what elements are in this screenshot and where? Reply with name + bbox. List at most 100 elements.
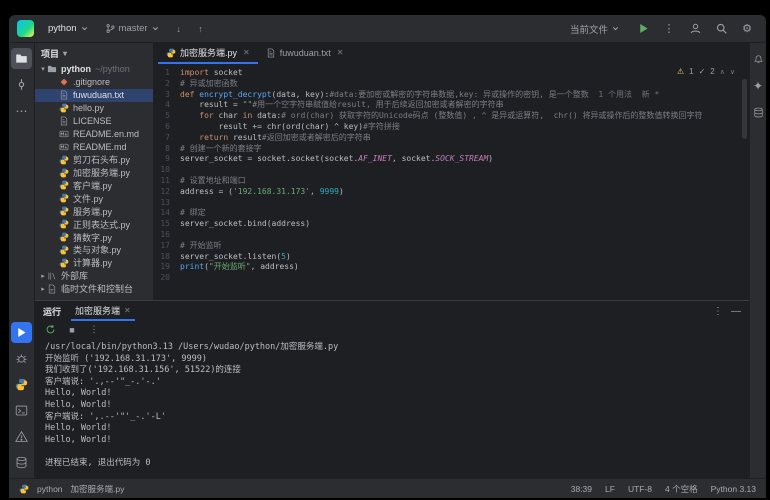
- run-config-selector[interactable]: 当前文件: [564, 19, 626, 39]
- toolwindow-notifications-button[interactable]: [751, 51, 766, 66]
- tree-item[interactable]: 类与对象.py: [35, 243, 153, 256]
- line-separator[interactable]: LF: [605, 484, 615, 494]
- python-file-icon: [59, 232, 69, 242]
- toolwindow-more-toolwindows-button[interactable]: ⋯: [11, 100, 32, 121]
- toolwindow-python-console-button[interactable]: [11, 374, 32, 395]
- code-line: 2# 异或加密函数: [154, 79, 749, 90]
- line-number: 2: [154, 79, 180, 90]
- tree-item[interactable]: 加密服务端.py: [35, 166, 153, 179]
- txt-icon: [59, 90, 69, 100]
- close-icon[interactable]: ✕: [243, 48, 250, 57]
- file-encoding[interactable]: UTF-8: [628, 484, 652, 494]
- txt-icon: [266, 48, 276, 58]
- warning-icon: ⚠: [677, 67, 684, 76]
- stop-button[interactable]: ■: [65, 323, 79, 337]
- tree-item[interactable]: ▾python~/python: [35, 63, 153, 76]
- tree-item[interactable]: ▸临时文件和控制台: [35, 282, 153, 295]
- tree-item[interactable]: 剪刀石头布.py: [35, 153, 153, 166]
- lib-icon: [47, 271, 57, 281]
- toolwindow-debug-button[interactable]: [11, 348, 32, 369]
- tree-item[interactable]: ▸外部库: [35, 269, 153, 282]
- line-number: 3: [154, 90, 180, 101]
- toolwindow-run-button[interactable]: [11, 322, 32, 343]
- toolwindow-problems-button[interactable]: [11, 426, 32, 447]
- python-file-icon: [15, 378, 28, 391]
- tree-item[interactable]: 文件.py: [35, 192, 153, 205]
- chevron-down-icon: [611, 24, 620, 33]
- tree-item[interactable]: 正则表达式.py: [35, 218, 153, 231]
- statusbar-project[interactable]: python: [37, 484, 63, 494]
- settings-button[interactable]: ⚙: [738, 20, 756, 38]
- right-toolwindow-bar: ✦: [749, 43, 766, 478]
- cursor-position[interactable]: 38:39: [571, 484, 592, 494]
- hide-toolwindow-button[interactable]: —: [731, 306, 741, 317]
- project-panel-header[interactable]: 项目 ▾: [35, 43, 153, 63]
- toolwindow-database-button[interactable]: [751, 105, 766, 120]
- chevron-down-icon: [80, 24, 89, 33]
- run-console-output[interactable]: /usr/local/bin/python3.13 /Users/wudao/p…: [35, 338, 749, 478]
- vcs-push-button[interactable]: ↑: [192, 20, 210, 38]
- tree-item[interactable]: README.en.md: [35, 127, 153, 140]
- tree-item[interactable]: 服务端.py: [35, 205, 153, 218]
- tree-item[interactable]: hello.py: [35, 102, 153, 115]
- close-icon[interactable]: ✕: [337, 48, 344, 57]
- code-editor[interactable]: ⚠1 ✓2 ∧ ∨ 1import socket2# 异或加密函数3def en…: [154, 65, 749, 300]
- project-widget[interactable]: python: [42, 20, 95, 37]
- run-button[interactable]: [634, 20, 652, 38]
- tree-item-label: fuwuduan.txt: [73, 90, 124, 100]
- titlebar: python master ↓ ↑ 当前文件 ⋮ ⚙: [9, 15, 766, 43]
- tree-item-label: 服务端.py: [73, 205, 112, 218]
- toolwindow-terminal-button[interactable]: [11, 400, 32, 421]
- editor-tab[interactable]: 加密服务端.py✕: [158, 43, 258, 64]
- run-toolbar: ■ ⋮: [35, 321, 749, 338]
- chevron-down-icon: [151, 24, 160, 33]
- tree-item[interactable]: LICENSE: [35, 115, 153, 128]
- vcs-branch-widget[interactable]: master: [99, 20, 166, 37]
- prev-problem-icon[interactable]: ∧: [720, 68, 725, 76]
- console-more-button[interactable]: ⋮: [87, 323, 101, 337]
- line-number: 16: [154, 230, 180, 241]
- tree-item[interactable]: 猜数字.py: [35, 231, 153, 244]
- code-text: server_socket = socket.socket(socket.AF_…: [180, 154, 493, 165]
- indent-style[interactable]: 4 个空格: [665, 483, 698, 495]
- tree-item[interactable]: 客户端.py: [35, 179, 153, 192]
- search-everywhere-button[interactable]: [712, 20, 730, 38]
- interpreter-widget[interactable]: Python 3.13: [711, 484, 756, 494]
- run-tab[interactable]: 加密服务端 ✕: [71, 301, 135, 321]
- database-icon: [753, 107, 764, 118]
- tree-item[interactable]: README.md: [35, 140, 153, 153]
- statusbar-file[interactable]: 加密服务端.py: [71, 483, 125, 495]
- toolwindow-ai-assistant-button[interactable]: ✦: [751, 78, 766, 93]
- rerun-button[interactable]: [43, 323, 57, 337]
- console-line: 我们收到了('192.168.31.156', 51522)的连接: [45, 365, 749, 377]
- tree-item[interactable]: 计算器.py: [35, 256, 153, 269]
- editor-tab[interactable]: fuwuduan.txt✕: [258, 43, 352, 64]
- code-line: 8# 创建一个新的套接字: [154, 144, 749, 155]
- run-config-label: 当前文件: [570, 22, 608, 36]
- user-avatar[interactable]: [686, 20, 704, 38]
- toolwindow-commit-button[interactable]: [11, 74, 32, 95]
- tree-item[interactable]: .gitignore: [35, 76, 153, 89]
- vcs-update-button[interactable]: ↓: [170, 20, 188, 38]
- code-text: def encrypt_decrypt(data, key):#data:要加密…: [180, 90, 659, 101]
- tree-item-label: README.en.md: [73, 129, 139, 139]
- run-more-options-button[interactable]: ⋮: [713, 306, 723, 317]
- inspections-widget[interactable]: ⚠1 ✓2 ∧ ∨: [677, 67, 735, 76]
- scratch-icon: [47, 284, 57, 294]
- code-line: 7 return result#返回加密或者解密后的字符串: [154, 133, 749, 144]
- tree-item-label: .gitignore: [73, 77, 110, 87]
- toolwindow-project-button[interactable]: [11, 48, 32, 69]
- tree-item[interactable]: fuwuduan.txt: [35, 89, 153, 102]
- more-actions-button[interactable]: ⋮: [660, 20, 678, 38]
- line-number: 12: [154, 187, 180, 198]
- next-problem-icon[interactable]: ∨: [730, 68, 735, 76]
- project-panel: 项目 ▾ ▾python~/python.gitignore fuwuduan.t…: [35, 43, 154, 300]
- run-toolwindow-title[interactable]: 运行: [43, 305, 61, 318]
- tree-item-label: 类与对象.py: [73, 243, 121, 256]
- code-text: # 开始监听: [180, 241, 222, 252]
- code-line: 11# 设置地址和端口: [154, 176, 749, 187]
- code-line: 1import socket: [154, 68, 749, 79]
- toolwindow-services-button[interactable]: [11, 452, 32, 473]
- close-icon[interactable]: ✕: [124, 306, 131, 315]
- editor-scrollbar[interactable]: [742, 79, 747, 139]
